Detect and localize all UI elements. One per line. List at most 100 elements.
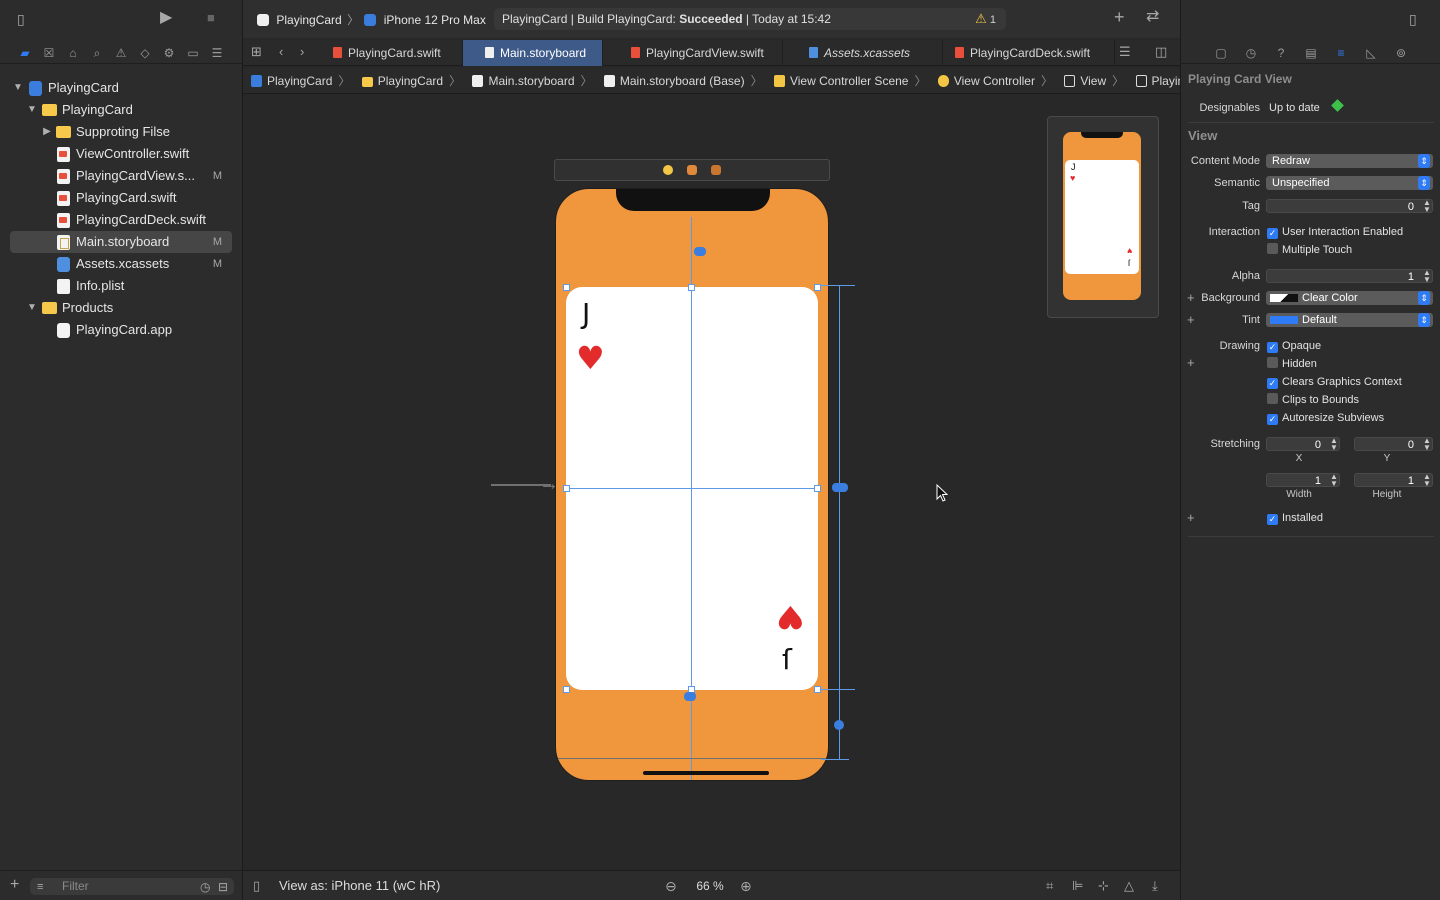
multiple-touch-checkbox[interactable]: Multiple Touch [1267,243,1352,257]
scheme-selector[interactable]: PlayingCard 〉 iPhone 12 Pro Max [257,11,486,28]
constraint-badge[interactable] [834,720,844,730]
installed-checkbox[interactable]: ✓ Installed [1267,511,1323,525]
view-controller-icon[interactable] [663,165,673,175]
chevron-right-icon[interactable]: ▶ [41,121,53,143]
add-variation-icon[interactable]: + [1187,510,1195,525]
identity-inspector-tab[interactable]: ▤ [1303,45,1319,61]
view-as-device-button[interactable]: View as: iPhone 11 (wC hR) [279,871,440,900]
file-inspector-tab[interactable]: ▢ [1213,45,1229,61]
stepper-icon[interactable]: ▲ ▼ [1422,199,1432,214]
interface-builder-canvas[interactable]: → J ♥ ♥ ſ J ♥ ♥ ſ [243,95,1180,870]
history-inspector-tab[interactable]: ◷ [1243,45,1259,61]
autoresize-checkbox[interactable]: ✓ Autoresize Subviews [1267,411,1384,425]
tree-item-file[interactable]: Info.plist [10,275,232,297]
tree-item-file[interactable]: ViewController.swift [10,143,232,165]
exit-icon[interactable] [711,165,721,175]
chevron-down-icon[interactable]: ▼ [12,77,24,99]
tree-item-group[interactable]: ▶ Supproting Filse [10,121,232,143]
back-arrow-icon[interactable]: ‹ [279,45,283,59]
stretch-x-field[interactable]: 0 ▲ ▼ [1266,437,1340,452]
tree-item-file[interactable]: PlayingCardView.s... M [10,165,232,187]
tree-item-project[interactable]: ▼ PlayingCard [10,77,232,99]
resize-handle[interactable] [563,686,570,693]
add-icon[interactable]: + [10,877,19,893]
constraint-badge[interactable] [684,692,696,701]
code-review-button[interactable]: ⇄ [1146,9,1159,25]
tree-item-file[interactable]: PlayingCardDeck.swift [10,209,232,231]
semantic-popup[interactable]: Unspecified [1266,176,1433,190]
constraint-badge[interactable] [832,483,848,492]
tab-playingcard-swift[interactable]: PlayingCard.swift [323,40,463,66]
resize-handle[interactable] [814,284,821,291]
tree-item-file[interactable]: PlayingCard.swift [10,187,232,209]
chevron-down-icon[interactable]: ▼ [26,99,38,121]
breadcrumb-view[interactable]: View [1064,68,1106,94]
recent-files-icon[interactable]: ◷ [200,880,210,894]
add-variation-icon[interactable]: + [1187,290,1195,305]
size-inspector-tab[interactable]: ◺ [1363,45,1379,61]
connections-inspector-tab[interactable]: ⊚ [1393,45,1409,61]
related-items-icon[interactable]: ⊞ [251,45,262,59]
split-editor-icon[interactable]: ◫ [1155,45,1167,59]
breadcrumb-view-controller[interactable]: View Controller [937,68,1035,94]
symbol-navigator-tab[interactable]: ⌂ [65,45,81,61]
stretch-y-field[interactable]: 0 ▲ ▼ [1354,437,1433,452]
stepper-icon[interactable]: ▲ ▼ [1422,269,1432,284]
stepper-icon[interactable]: ▲ ▼ [1329,437,1339,452]
run-button[interactable]: ▶ [160,10,172,26]
add-variation-icon[interactable]: + [1187,355,1195,370]
alpha-field[interactable]: 1 ▲ ▼ [1266,269,1433,284]
resize-handle[interactable] [814,485,821,492]
filter-scope-icon[interactable]: ⊟ [218,880,228,894]
clips-to-bounds-checkbox[interactable]: Clips to Bounds [1267,393,1359,407]
source-control-navigator-tab[interactable]: ☒ [41,45,57,61]
stepper-icon[interactable]: ▲ ▼ [1422,473,1432,488]
hidden-checkbox[interactable]: Hidden [1267,357,1317,371]
breadcrumb-scene[interactable]: View Controller Scene [773,68,908,94]
toggle-navigator-icon[interactable]: ▯ [17,12,25,26]
add-constraints-icon[interactable]: ⊹ [1098,879,1109,893]
tab-playingcarddeck-swift[interactable]: PlayingCardDeck.swift [943,40,1115,66]
report-navigator-tab[interactable]: ☰ [209,45,225,61]
chevron-down-icon[interactable]: ▼ [26,297,38,319]
resize-handle[interactable] [563,485,570,492]
tab-assets-xcassets[interactable]: Assets.xcassets [783,40,943,66]
issue-navigator-tab[interactable]: ⚠ [113,45,129,61]
stepper-icon[interactable]: ▲ ▼ [1422,437,1432,452]
filter-options-icon[interactable]: ≡ [37,880,43,894]
quick-help-tab[interactable]: ? [1273,45,1289,61]
attributes-inspector-tab[interactable]: ≡ [1333,45,1349,61]
tree-item-file[interactable]: Assets.xcassets M [10,253,232,275]
update-frames-icon[interactable]: ⌗ [1046,879,1053,893]
tint-color-popup[interactable]: Default [1266,313,1433,327]
user-interaction-checkbox[interactable]: ✓ User Interaction Enabled [1267,225,1403,239]
background-color-popup[interactable]: Clear Color [1266,291,1433,305]
editor-options-icon[interactable]: ☰ [1119,45,1131,59]
resize-handle[interactable] [814,686,821,693]
resize-handle[interactable] [563,284,570,291]
stretch-height-field[interactable]: 1 ▲ ▼ [1354,473,1433,488]
tree-item-group[interactable]: ▼ Products [10,297,232,319]
add-variation-icon[interactable]: + [1187,312,1195,327]
breadcrumb-group[interactable]: PlayingCard [361,68,443,94]
test-navigator-tab[interactable]: ◇ [137,45,153,61]
library-add-button[interactable]: + [1114,8,1125,26]
embed-in-icon[interactable]: ⤓ [1152,879,1158,893]
document-outline-toggle-icon[interactable]: ▯ [253,879,260,893]
breadcrumb-localization[interactable]: Main.storyboard (Base) [603,68,745,94]
constraint-badge[interactable] [694,247,706,256]
view-controller-frame[interactable]: J ♥ ♥ ſ [555,188,829,781]
scene-minimap[interactable]: J ♥ ♥ ſ [1047,116,1159,318]
opaque-checkbox[interactable]: ✓ Opaque [1267,339,1321,353]
stop-button[interactable]: ■ [207,11,215,25]
tree-item-file-selected[interactable]: Main.storyboard M [10,231,232,253]
tag-field[interactable]: 0 ▲ ▼ [1266,199,1433,214]
debug-navigator-tab[interactable]: ⚙ [161,45,177,61]
content-mode-popup[interactable]: Redraw [1266,154,1433,168]
zoom-in-icon[interactable]: ⊕ [740,879,752,893]
tab-main-storyboard[interactable]: Main.storyboard [463,40,603,66]
tree-item-file[interactable]: PlayingCard.app [10,319,232,341]
warning-indicator[interactable]: ⚠ 1 [975,8,996,31]
stepper-icon[interactable]: ▲ ▼ [1329,473,1339,488]
tree-item-group[interactable]: ▼ PlayingCard [10,99,232,121]
